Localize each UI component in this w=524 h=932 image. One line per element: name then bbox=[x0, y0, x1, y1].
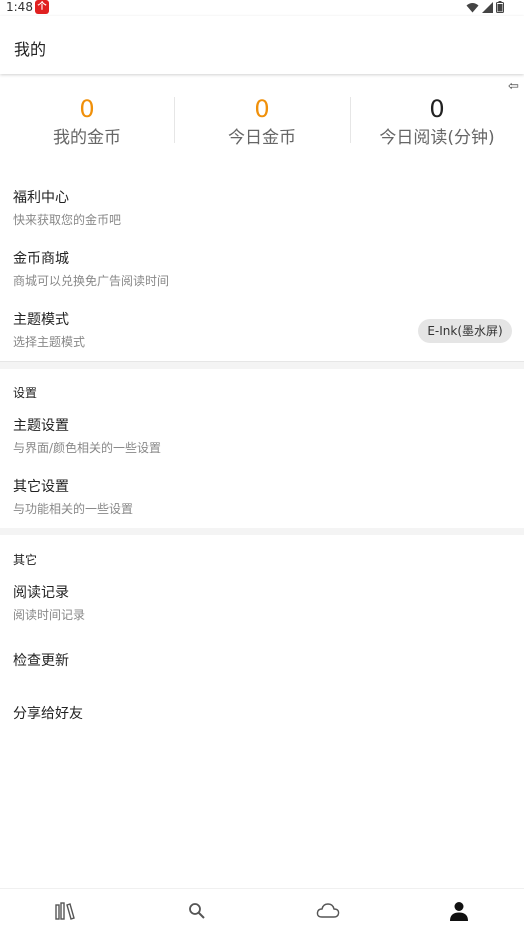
menu-item-check-update[interactable]: 检查更新 bbox=[0, 651, 524, 681]
menu-item-subtitle: 与界面/颜色相关的一些设置 bbox=[13, 441, 162, 455]
stat-value: 0 bbox=[254, 95, 270, 123]
stat-today-reading[interactable]: 0 今日阅读(分钟) bbox=[350, 90, 524, 148]
status-bar: 1:48 个 bbox=[0, 0, 524, 16]
menu-item-coin-mall[interactable]: 金币商城 商城可以兑换免广告阅读时间 bbox=[0, 249, 524, 301]
menu-item-other-settings[interactable]: 其它设置 与功能相关的一些设置 bbox=[0, 477, 524, 529]
section-divider bbox=[0, 361, 524, 369]
divider bbox=[350, 97, 351, 143]
menu-item-title: 其它设置 bbox=[13, 479, 69, 495]
menu-item-title: 主题模式 bbox=[13, 312, 69, 328]
page-title: 我的 bbox=[14, 40, 47, 59]
battery-icon bbox=[496, 1, 504, 13]
menu-item-subtitle: 与功能相关的一些设置 bbox=[13, 502, 134, 516]
menu-item-welfare-center[interactable]: 福利中心 快来获取您的金币吧 bbox=[0, 188, 524, 240]
profile-icon bbox=[449, 901, 468, 921]
stat-value: 0 bbox=[79, 95, 95, 123]
menu-item-share[interactable]: 分享给好友 bbox=[0, 704, 524, 734]
menu-item-title: 阅读记录 bbox=[13, 585, 69, 601]
menu-item-subtitle: 快来获取您的金币吧 bbox=[13, 213, 122, 227]
bottom-nav bbox=[0, 888, 524, 932]
menu-item-title: 检查更新 bbox=[13, 653, 69, 669]
stats-panel: 0 我的金币 0 今日金币 0 今日阅读(分钟) bbox=[0, 90, 524, 152]
bookshelf-icon bbox=[54, 901, 75, 920]
stat-label: 我的金币 bbox=[53, 128, 121, 148]
menu-item-title: 福利中心 bbox=[13, 190, 69, 206]
nav-tab-bookshelf[interactable] bbox=[0, 889, 131, 932]
section-title-settings: 设置 bbox=[13, 386, 38, 400]
menu-item-title: 主题设置 bbox=[13, 418, 69, 434]
theme-mode-chip[interactable]: E-Ink(墨水屏) bbox=[418, 319, 512, 343]
menu-item-theme-settings[interactable]: 主题设置 与界面/颜色相关的一些设置 bbox=[0, 416, 524, 468]
search-icon bbox=[188, 902, 205, 919]
menu-item-title: 金币商城 bbox=[13, 251, 69, 267]
notification-badge-icon: 个 bbox=[35, 0, 49, 14]
menu-item-subtitle: 选择主题模式 bbox=[13, 335, 86, 349]
stat-today-coins[interactable]: 0 今日金币 bbox=[175, 90, 349, 148]
nav-tab-search[interactable] bbox=[131, 889, 262, 932]
stat-label: 今日金币 bbox=[228, 128, 296, 148]
menu-item-reading-history[interactable]: 阅读记录 阅读时间记录 bbox=[0, 583, 524, 635]
nav-tab-profile[interactable] bbox=[393, 889, 524, 932]
status-time: 1:48 bbox=[6, 0, 33, 14]
stat-value: 0 bbox=[429, 95, 445, 123]
section-title-other: 其它 bbox=[13, 553, 38, 567]
menu-item-subtitle: 商城可以兑换免广告阅读时间 bbox=[13, 274, 170, 288]
cloud-icon bbox=[316, 902, 339, 918]
app-bar: 我的 bbox=[0, 16, 524, 74]
stat-my-coins[interactable]: 0 我的金币 bbox=[0, 90, 174, 148]
divider bbox=[174, 97, 175, 143]
menu-item-title: 分享给好友 bbox=[13, 706, 83, 722]
stat-label: 今日阅读(分钟) bbox=[379, 128, 495, 148]
wifi-icon bbox=[466, 2, 479, 12]
signal-icon bbox=[482, 1, 493, 13]
section-divider bbox=[0, 528, 524, 535]
menu-item-subtitle: 阅读时间记录 bbox=[13, 608, 86, 622]
nav-tab-cloud[interactable] bbox=[262, 889, 393, 932]
system-icons bbox=[466, 1, 504, 13]
